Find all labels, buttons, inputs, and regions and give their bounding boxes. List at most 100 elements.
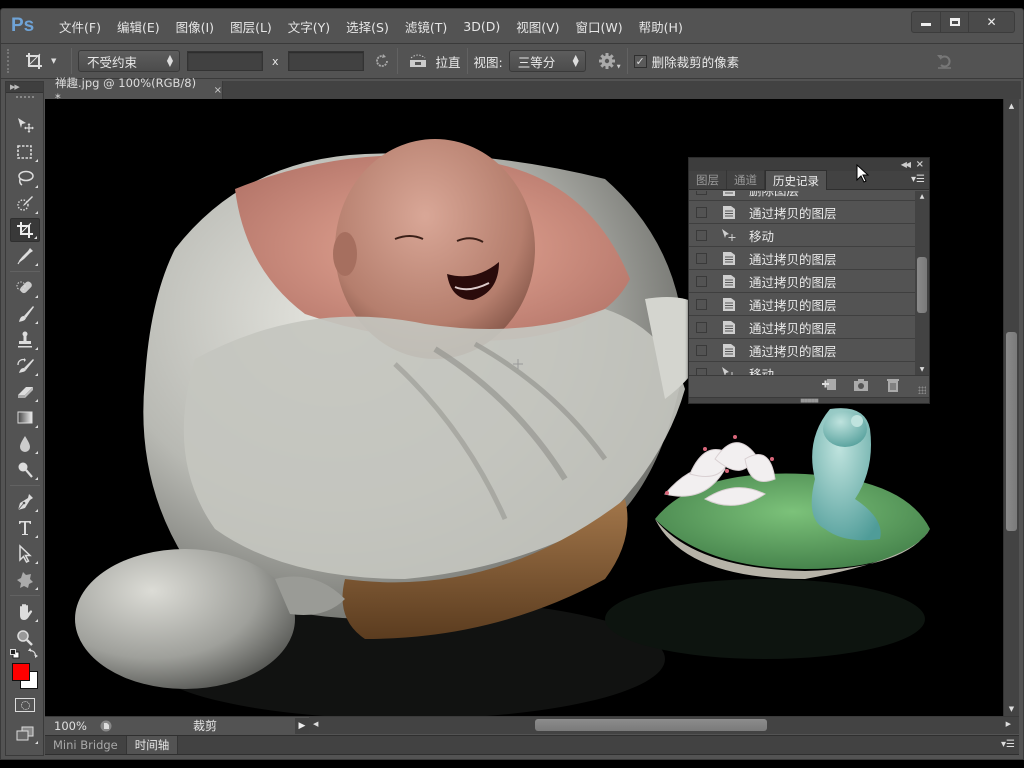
history-brush-source-checkbox[interactable] (696, 367, 707, 375)
history-item[interactable]: 通过拷贝的图层 (689, 201, 915, 224)
history-item[interactable]: 通过拷贝的图层 (689, 316, 915, 339)
scroll-down-arrow-icon[interactable]: ▼ (915, 366, 929, 373)
brush-tool[interactable] (10, 302, 40, 326)
menu-help[interactable]: 帮助(H) (631, 17, 691, 36)
eraser-tool[interactable] (10, 380, 40, 404)
toolbox-expand-button[interactable]: ▶▶ (6, 82, 43, 93)
hand-tool[interactable] (10, 600, 40, 624)
crop-height-input[interactable] (287, 51, 364, 71)
toolbox-grip[interactable] (16, 96, 34, 99)
spot-healing-tool[interactable] (10, 276, 40, 300)
zoom-level-field[interactable]: 100% (45, 719, 97, 733)
custom-shape-tool[interactable] (10, 568, 40, 592)
history-brush-source-checkbox[interactable] (696, 191, 707, 195)
menu-filter[interactable]: 滤镜(T) (397, 17, 455, 36)
delete-cropped-pixels-checkbox[interactable]: ✓ 删除裁剪的像素 (633, 52, 739, 71)
panel-menu-icon[interactable]: ▾☰ (1001, 739, 1015, 750)
menu-edit[interactable]: 编辑(E) (109, 17, 168, 36)
scroll-down-arrow-icon[interactable]: ▼ (1004, 705, 1019, 713)
foreground-color-swatch[interactable] (12, 663, 30, 681)
horizontal-scrollbar[interactable]: ◀ ▶ (309, 717, 1019, 734)
tab-mini-bridge[interactable]: Mini Bridge (45, 736, 127, 754)
history-brush-source-checkbox[interactable] (696, 229, 707, 241)
status-info-button[interactable] (97, 717, 115, 735)
history-brush-source-checkbox[interactable] (696, 275, 707, 287)
dodge-tool[interactable] (10, 458, 40, 482)
view-overlay-dropdown[interactable]: 三等分 ▲ ▼ (508, 50, 586, 72)
gradient-tool[interactable] (10, 406, 40, 430)
quick-selection-tool[interactable] (10, 192, 40, 216)
close-button[interactable]: ✕ (968, 12, 1014, 32)
close-icon[interactable]: × (916, 158, 924, 171)
minimize-button[interactable] (912, 12, 940, 32)
history-scrollbar-thumb[interactable] (917, 257, 927, 313)
menu-window[interactable]: 窗口(W) (568, 17, 631, 36)
history-brush-source-checkbox[interactable] (696, 206, 707, 218)
tab-layers[interactable]: 图层 (689, 170, 727, 189)
document-tab[interactable]: 禅趣.jpg @ 100%(RGB/8) * × (45, 76, 223, 105)
menu-layer[interactable]: 图层(L) (222, 17, 280, 36)
panel-resize-handle[interactable]: ▮▮▮▮▮▮▮▮▮▮ (689, 397, 929, 404)
delete-state-button[interactable] (885, 378, 901, 395)
scroll-up-arrow-icon[interactable]: ▲ (915, 193, 929, 200)
menu-type[interactable]: 文字(Y) (280, 17, 338, 36)
panel-menu-icon[interactable]: ▾☰ (911, 174, 925, 185)
tab-timeline[interactable]: 时间轴 (126, 736, 179, 754)
horizontal-scrollbar-thumb[interactable] (535, 719, 767, 731)
resize-grip-icon[interactable] (918, 386, 926, 394)
type-tool[interactable] (10, 516, 40, 540)
history-scrollbar[interactable]: ▲ ▼ (915, 191, 929, 375)
ratio-preset-dropdown[interactable]: 不受约束 ▲ ▼ (78, 50, 180, 72)
lasso-tool[interactable] (10, 166, 40, 190)
history-brush-source-checkbox[interactable] (696, 298, 707, 310)
menu-view[interactable]: 视图(V) (508, 17, 567, 36)
history-item[interactable]: 删除图层 (689, 191, 915, 201)
path-selection-tool[interactable] (10, 542, 40, 566)
default-colors-button[interactable] (10, 648, 20, 659)
scroll-right-arrow-icon[interactable]: ▶ (1006, 720, 1011, 728)
close-icon[interactable]: × (214, 85, 222, 96)
straighten-button[interactable]: 拉直 (408, 52, 461, 71)
history-item[interactable]: 通过拷贝的图层 (689, 339, 915, 362)
status-menu-arrow-icon[interactable]: ▶ (295, 717, 309, 734)
menu-file[interactable]: 文件(F) (51, 17, 109, 36)
screen-mode-button[interactable] (10, 722, 40, 746)
reset-crop-button[interactable] (935, 52, 955, 73)
history-brush-tool[interactable] (10, 354, 40, 378)
history-item[interactable]: 移动 (689, 224, 915, 247)
swap-colors-button[interactable] (28, 647, 39, 658)
crop-width-input[interactable] (187, 51, 263, 71)
tool-preset-picker[interactable]: ▼ (25, 52, 65, 70)
new-document-from-state-button[interactable] (821, 378, 837, 395)
history-brush-source-checkbox[interactable] (696, 344, 707, 356)
collapse-panel-icon[interactable]: ◀◀ (901, 158, 911, 171)
tab-history[interactable]: 历史记录 (765, 170, 827, 190)
vertical-scrollbar-thumb[interactable] (1006, 332, 1017, 531)
move-tool[interactable] (10, 113, 40, 137)
clone-stamp-tool[interactable] (10, 328, 40, 352)
menu-3d[interactable]: 3D(D) (455, 19, 508, 34)
scroll-up-arrow-icon[interactable]: ▲ (1004, 102, 1019, 110)
history-brush-source-checkbox[interactable] (696, 321, 707, 333)
scroll-left-arrow-icon[interactable]: ◀ (313, 720, 318, 728)
blur-tool[interactable] (10, 432, 40, 456)
quick-mask-button[interactable] (15, 698, 35, 712)
history-item[interactable]: 通过拷贝的图层 (689, 270, 915, 293)
rectangular-marquee-tool[interactable] (10, 140, 40, 164)
history-brush-source-checkbox[interactable] (696, 252, 707, 264)
menu-image[interactable]: 图像(I) (168, 17, 222, 36)
eyedropper-tool[interactable] (10, 244, 40, 268)
history-item[interactable]: 通过拷贝的图层 (689, 247, 915, 270)
history-item[interactable]: 通过拷贝的图层 (689, 293, 915, 316)
pen-tool[interactable] (10, 490, 40, 514)
vertical-scrollbar[interactable]: ▲ ▼ (1003, 99, 1019, 716)
history-item[interactable]: 移动 (689, 362, 915, 375)
new-snapshot-button[interactable] (853, 378, 869, 395)
crop-settings-button[interactable]: ▼ (598, 52, 621, 70)
swap-dimensions-button[interactable] (373, 52, 391, 70)
tab-channels[interactable]: 通道 (727, 170, 765, 189)
crop-tool[interactable] (10, 218, 40, 242)
menu-select[interactable]: 选择(S) (338, 17, 397, 36)
maximize-button[interactable] (940, 12, 968, 32)
options-bar-grip[interactable] (7, 49, 11, 73)
